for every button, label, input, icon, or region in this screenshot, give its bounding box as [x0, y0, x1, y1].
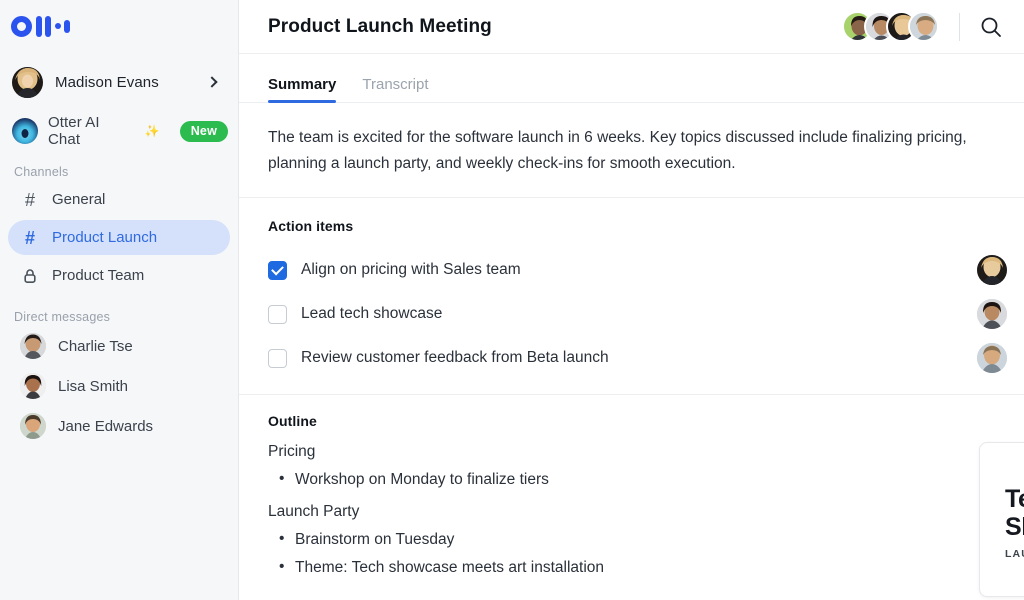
hash-icon: # — [24, 189, 35, 210]
sidebar-item-product-launch[interactable]: # Product Launch — [8, 220, 230, 255]
action-item-checkbox[interactable] — [268, 260, 287, 280]
sidebar-item-general[interactable]: # General — [8, 182, 230, 217]
tab-transcript[interactable]: Transcript — [362, 76, 428, 102]
avatar — [20, 413, 46, 439]
action-item-row[interactable]: Review customer feedback from Beta launc… — [268, 336, 1007, 380]
sidebar-dm-charlie-tse[interactable]: Charlie Tse — [8, 327, 230, 365]
action-item-row[interactable]: Lead tech showcase — [268, 292, 1007, 336]
outline-bullet: Theme: Tech showcase meets art installat… — [268, 558, 995, 577]
action-item-row[interactable]: Align on pricing with Sales team — [268, 248, 1007, 292]
new-badge: New — [179, 120, 228, 142]
summary-section: The team is excited for the software lau… — [239, 103, 1024, 198]
action-item-assignee-avatar — [977, 255, 1007, 285]
sparkle-icon: ✨ — [144, 124, 160, 138]
avatar — [908, 11, 939, 42]
participant-avatar-stack[interactable] — [842, 11, 943, 42]
sidebar-item-label: Product Launch — [52, 229, 158, 246]
action-item-checkbox[interactable] — [268, 304, 287, 324]
outline-section: Outline Pricing Workshop on Monday to fi… — [239, 395, 1024, 577]
lock-icon — [22, 268, 38, 284]
otter-ai-chat-item[interactable]: Otter AI Chat ✨ New — [12, 114, 228, 148]
action-item-checkbox[interactable] — [268, 348, 287, 368]
otter-logo-dot — [54, 23, 61, 29]
action-items-heading: Action items — [268, 218, 354, 234]
summary-text: The team is excited for the software lau… — [268, 129, 967, 172]
sidebar-item-label: General — [52, 191, 106, 208]
search-icon[interactable] — [974, 10, 1008, 44]
otter-ai-chat-label: Otter AI Chat — [48, 114, 100, 148]
tab-summary[interactable]: Summary — [268, 76, 337, 103]
sidebar-user-name: Madison Evans — [55, 73, 159, 91]
logo-row — [0, 0, 238, 52]
action-items-section: Action items Align on pricing with Sales… — [239, 198, 1024, 395]
sidebar-dm-jane-edwards[interactable]: Jane Edwards — [8, 407, 230, 445]
sidebar-dm-label: Lisa Smith — [58, 377, 129, 395]
sidebar-item-product-team[interactable]: Product Team — [8, 258, 230, 293]
avatar — [20, 333, 46, 359]
app-root: Madison Evans Otter AI Chat ✨ New Channe… — [0, 0, 1024, 600]
otter-logo-bar-2 — [45, 15, 51, 37]
outline-bullet: Workshop on Monday to finalize tiers — [268, 470, 995, 489]
promo-card-subtitle: LAUNCH PARTY — [1005, 548, 1024, 560]
otter-avatar-icon — [12, 118, 38, 144]
outline-topic: Pricing — [268, 443, 316, 460]
avatar — [20, 373, 46, 399]
otter-logo-ring — [11, 15, 32, 37]
topbar: Product Launch Meeting — [239, 0, 1024, 54]
header-divider — [959, 12, 960, 41]
channels-heading: Channels — [14, 165, 69, 179]
otter-logo-bar-3 — [64, 19, 70, 33]
promo-card-title-line2: Showcase — [1005, 513, 1024, 541]
outline-topic: Launch Party — [268, 503, 360, 520]
promo-card-title-line1: Tech — [1005, 485, 1024, 513]
promo-card-text: Tech Showcase LAUNCH PARTY — [980, 443, 1024, 596]
tab-bar: Summary Transcript — [239, 54, 1024, 103]
outline-bullet: Brainstorm on Tuesday — [268, 530, 995, 549]
sidebar: Madison Evans Otter AI Chat ✨ New Channe… — [0, 0, 239, 600]
hash-icon: # — [24, 227, 35, 248]
sidebar-user-row[interactable]: Madison Evans — [12, 60, 228, 104]
outline-heading: Outline — [268, 413, 317, 429]
sidebar-dm-label: Jane Edwards — [58, 417, 154, 435]
main-content: Product Launch Meeting Summary Transcrip… — [239, 0, 1024, 600]
sidebar-dm-lisa-smith[interactable]: Lisa Smith — [8, 367, 230, 405]
action-item-assignee-avatar — [977, 343, 1007, 373]
action-item-assignee-avatar — [977, 299, 1007, 329]
action-item-label: Align on pricing with Sales team — [301, 261, 521, 278]
action-item-label: Lead tech showcase — [301, 305, 443, 322]
page-title: Product Launch Meeting — [268, 15, 492, 37]
otter-logo-bar-1 — [35, 15, 42, 37]
avatar — [12, 66, 43, 98]
tech-showcase-card[interactable]: Tech Showcase LAUNCH PARTY — [979, 442, 1024, 597]
action-item-label: Review customer feedback from Beta launc… — [301, 349, 609, 366]
sidebar-item-label: Product Team — [52, 267, 145, 284]
chevron-right-icon[interactable] — [206, 76, 218, 88]
direct-messages-heading: Direct messages — [14, 310, 111, 324]
sidebar-dm-label: Charlie Tse — [58, 337, 133, 355]
otter-logo[interactable] — [11, 15, 70, 37]
